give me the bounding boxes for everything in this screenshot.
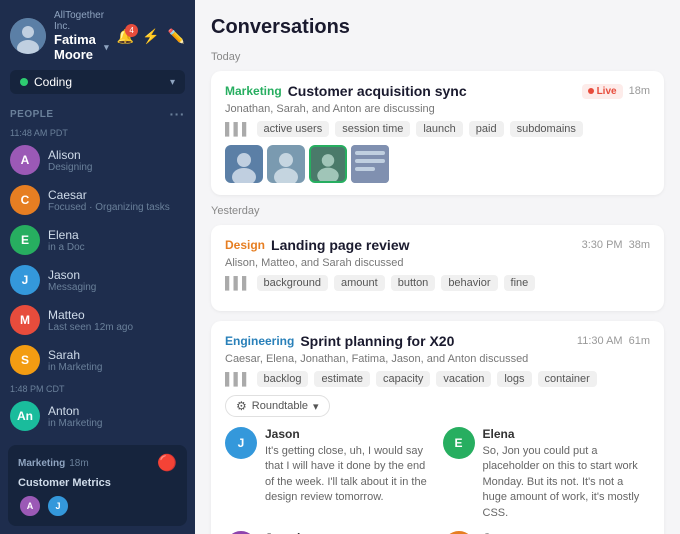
- conversation-card-design[interactable]: Design Landing page review 3:30 PM 38m A…: [211, 225, 664, 311]
- avatar-anton: An: [10, 401, 40, 431]
- workspace-selector[interactable]: Coding ▾: [10, 70, 185, 94]
- category-design: Design: [225, 238, 265, 252]
- conv-tags-marketing: ▌▌▌ active users session time launch pai…: [225, 121, 650, 137]
- participant-elena: E Elena So, Jon you could put a placehol…: [443, 427, 651, 521]
- conv-duration-engineering: 61m: [629, 335, 650, 347]
- today-label: Today: [211, 51, 664, 63]
- participant-avatar-elena: E: [443, 427, 475, 459]
- conv-participants-engineering: Caesar, Elena, Jonathan, Fatima, Jason, …: [225, 353, 650, 365]
- conv-avatar-3: [309, 145, 347, 183]
- sidebar-item-alison[interactable]: A Alison Designing: [0, 140, 195, 180]
- yesterday-label: Yesterday: [211, 205, 664, 217]
- company-name: AllTogether Inc.: [54, 10, 109, 32]
- category-marketing: Marketing: [225, 84, 282, 98]
- main-content: Conversations Today Marketing Customer a…: [195, 0, 680, 534]
- sidebar-item-anton[interactable]: An Anton in Marketing: [0, 396, 195, 436]
- conv-avatars-marketing: [225, 145, 650, 183]
- conv-tags-engineering: ▌▌▌ backlog estimate capacity vacation l…: [225, 371, 650, 387]
- avatar-sarah: S: [10, 345, 40, 375]
- conv-avatar-1: [225, 145, 263, 183]
- conv-title-design: Landing page review: [271, 237, 409, 253]
- roundtable-chevron-icon: ▾: [313, 400, 319, 413]
- people-section-header: PEOPLE ···: [0, 102, 195, 124]
- page-title: Conversations: [211, 16, 664, 39]
- time-label-1: 11:48 AM PDT: [0, 124, 195, 140]
- conversation-card-marketing[interactable]: Marketing Customer acquisition sync Live…: [211, 71, 664, 195]
- bottom-card[interactable]: Marketing 18m 🔴 Customer Metrics A J: [8, 445, 187, 526]
- sidebar-item-elena[interactable]: E Elena in a Doc: [0, 220, 195, 260]
- avatar-alison: A: [10, 145, 40, 175]
- name-chevron-icon: ▾: [104, 42, 109, 53]
- avatar-caesar: C: [10, 185, 40, 215]
- user-name: Fatima Moore ▾: [54, 32, 109, 62]
- sidebar-item-jason[interactable]: J Jason Messaging: [0, 260, 195, 300]
- conv-time-engineering: 11:30 AM: [577, 335, 623, 347]
- avatar-elena: E: [10, 225, 40, 255]
- sidebar-item-jonathan[interactable]: Jo Jonathan in a Marketing: [0, 436, 195, 439]
- roundtable-icon: ⚙: [236, 399, 247, 413]
- conv-duration-design: 38m: [629, 239, 650, 251]
- user-avatar: [10, 18, 46, 54]
- workspace-chevron-icon: ▾: [170, 77, 175, 88]
- conv-avatar-2: [267, 145, 305, 183]
- avatar-jason: J: [10, 265, 40, 295]
- more-options-icon[interactable]: ···: [170, 106, 186, 122]
- time-label-2: 1:48 PM CDT: [0, 380, 195, 396]
- live-badge: Live: [582, 84, 623, 99]
- participants-grid: J Jason It's getting close, uh, I would …: [225, 427, 650, 534]
- conv-tags-design: ▌▌▌ background amount button behavior fi…: [225, 275, 650, 291]
- waveform-icon: ▌▌▌: [225, 122, 251, 136]
- sidebar-item-matteo[interactable]: M Matteo Last seen 12m ago: [0, 300, 195, 340]
- conv-title-marketing: Customer acquisition sync: [288, 83, 467, 99]
- bc-avatar-1: A: [18, 494, 42, 518]
- conv-avatar-4: [351, 145, 389, 183]
- waveform-icon-design: ▌▌▌: [225, 276, 251, 290]
- workspace-label: Coding: [34, 75, 164, 89]
- activity-icon[interactable]: ⚡: [142, 28, 159, 45]
- conv-time-design: 3:30 PM: [582, 239, 623, 251]
- sidebar-item-caesar[interactable]: C Caesar Focused · Organizing tasks: [0, 180, 195, 220]
- live-dot: [588, 88, 594, 94]
- conv-participants-marketing: Jonathan, Sarah, and Anton are discussin…: [225, 103, 650, 115]
- workspace-status-dot: [20, 78, 28, 86]
- sidebar-header: AllTogether Inc. Fatima Moore ▾ 🔔 4 ⚡ ✏️: [0, 0, 195, 70]
- participant-jason: J Jason It's getting close, uh, I would …: [225, 427, 433, 521]
- bottom-card-avatars: A J: [18, 494, 177, 518]
- compose-icon[interactable]: ✏️: [168, 28, 185, 45]
- header-icons: 🔔 4 ⚡ ✏️: [117, 28, 185, 45]
- conv-time-marketing: 18m: [629, 85, 650, 97]
- bc-avatar-2: J: [46, 494, 70, 518]
- waveform-icon-engineering: ▌▌▌: [225, 372, 251, 386]
- bottom-card-icon: 🔴: [157, 453, 177, 473]
- sidebar: AllTogether Inc. Fatima Moore ▾ 🔔 4 ⚡ ✏️…: [0, 0, 195, 534]
- bell-icon[interactable]: 🔔 4: [117, 28, 134, 45]
- category-engineering: Engineering: [225, 334, 294, 348]
- people-list: PEOPLE ··· 11:48 AM PDT A Alison Designi…: [0, 102, 195, 439]
- avatar-matteo: M: [10, 305, 40, 335]
- notification-badge: 4: [125, 24, 138, 37]
- sidebar-item-sarah[interactable]: S Sarah in Marketing: [0, 340, 195, 380]
- conv-participants-design: Alison, Matteo, and Sarah discussed: [225, 257, 650, 269]
- header-info: AllTogether Inc. Fatima Moore ▾: [54, 10, 109, 62]
- conversation-card-engineering[interactable]: Engineering Sprint planning for X20 11:3…: [211, 321, 664, 534]
- participant-avatar-jason: J: [225, 427, 257, 459]
- roundtable-button[interactable]: ⚙ Roundtable ▾: [225, 395, 330, 417]
- conv-title-engineering: Sprint planning for X20: [300, 333, 454, 349]
